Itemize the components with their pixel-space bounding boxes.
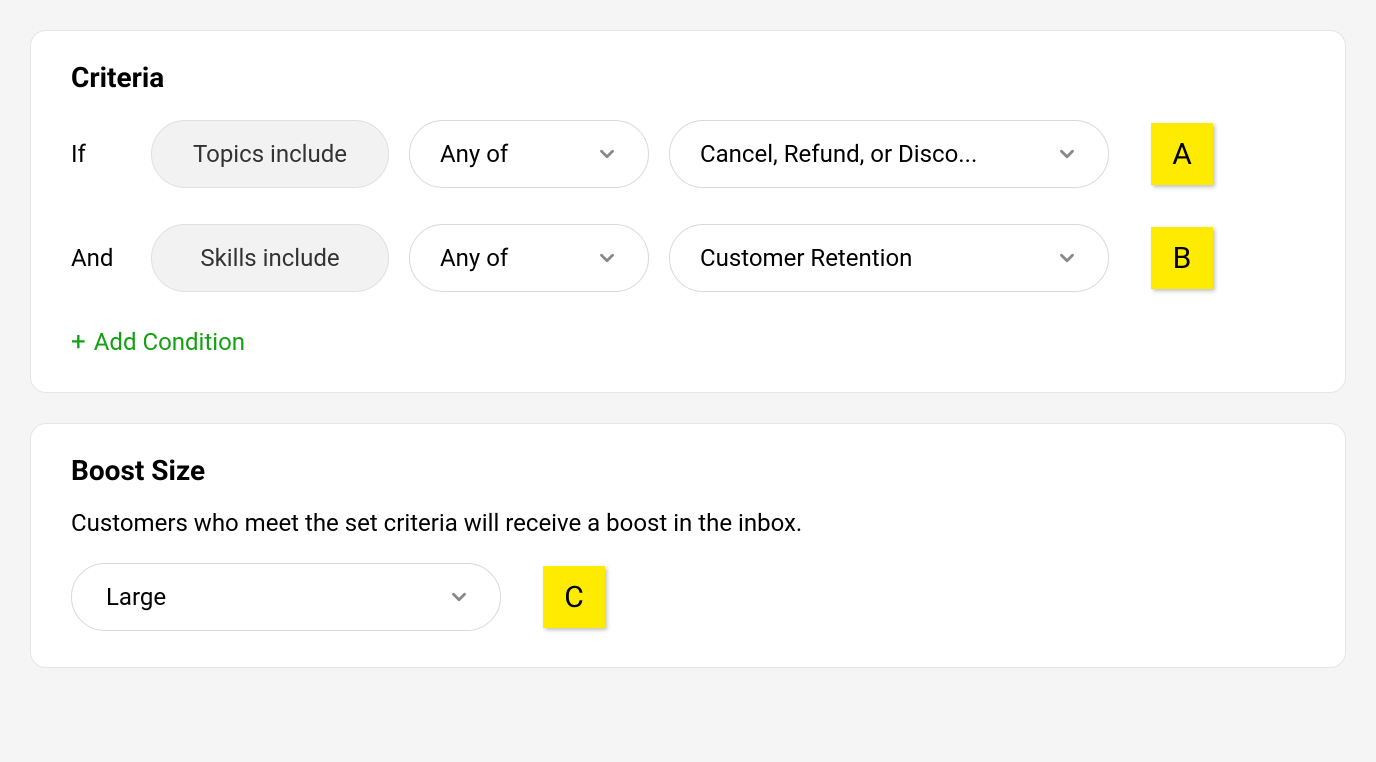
criteria-title: Criteria [71, 61, 1305, 94]
criteria-row-1-operator-text: Any of [440, 140, 584, 168]
boost-title: Boost Size [71, 454, 1305, 487]
boost-row: Large C [71, 563, 1305, 631]
annotation-marker-b: B [1151, 227, 1213, 289]
boost-size-select[interactable]: Large [71, 563, 501, 631]
add-condition-button[interactable]: + Add Condition [71, 328, 245, 356]
chevron-down-icon [1056, 143, 1078, 165]
criteria-row-1-field: Topics include [151, 120, 389, 188]
criteria-row-1: If Topics include Any of Cancel, Refund,… [71, 120, 1305, 188]
boost-card: Boost Size Customers who meet the set cr… [30, 423, 1346, 668]
chevron-down-icon [596, 247, 618, 269]
criteria-row-2-field: Skills include [151, 224, 389, 292]
criteria-row-1-value-text: Cancel, Refund, or Disco... [700, 140, 1044, 168]
criteria-row-2-value-select[interactable]: Customer Retention [669, 224, 1109, 292]
add-condition-label: Add Condition [94, 328, 245, 356]
criteria-row-2-value-text: Customer Retention [700, 244, 1044, 272]
criteria-row-2-label: And [71, 244, 151, 272]
criteria-row-2-field-text: Skills include [200, 244, 339, 272]
chevron-down-icon [448, 586, 470, 608]
boost-size-value: Large [102, 583, 436, 611]
criteria-row-1-value-select[interactable]: Cancel, Refund, or Disco... [669, 120, 1109, 188]
criteria-row-1-field-text: Topics include [193, 140, 347, 168]
annotation-marker-a: A [1151, 123, 1213, 185]
criteria-row-2: And Skills include Any of Customer Reten… [71, 224, 1305, 292]
criteria-card: Criteria If Topics include Any of Cancel… [30, 30, 1346, 393]
criteria-row-2-operator-select[interactable]: Any of [409, 224, 649, 292]
chevron-down-icon [1056, 247, 1078, 269]
plus-icon: + [71, 329, 86, 355]
boost-description: Customers who meet the set criteria will… [71, 509, 1305, 537]
chevron-down-icon [596, 143, 618, 165]
criteria-row-2-operator-text: Any of [440, 244, 584, 272]
criteria-row-1-label: If [71, 140, 151, 168]
annotation-marker-c: C [543, 566, 605, 628]
criteria-row-1-operator-select[interactable]: Any of [409, 120, 649, 188]
